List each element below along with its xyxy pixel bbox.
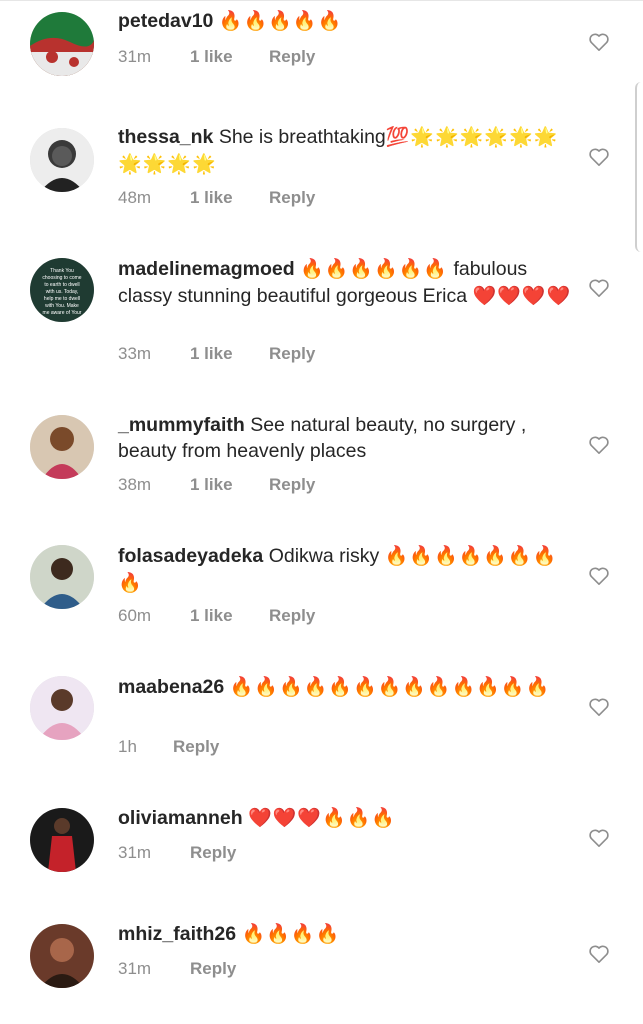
- comment-username[interactable]: madelinemagmoed: [118, 258, 295, 280]
- comment-meta: 60m 1 like Reply: [118, 606, 315, 626]
- comment-meta: 31m 1 like Reply: [118, 47, 315, 67]
- comment-time: 31m: [118, 959, 152, 978]
- reply-button[interactable]: Reply: [269, 188, 315, 208]
- like-heart-icon[interactable]: [588, 435, 610, 455]
- comment-meta: 31m Reply: [118, 959, 236, 979]
- avatar[interactable]: [30, 128, 94, 192]
- comment-meta: 48m 1 like Reply: [118, 188, 315, 208]
- reply-button[interactable]: Reply: [269, 344, 315, 364]
- svg-text:choosing to come: choosing to come: [42, 275, 81, 281]
- reply-button[interactable]: Reply: [269, 475, 315, 495]
- avatar[interactable]: [30, 924, 94, 988]
- comment-likes[interactable]: 1 like: [190, 344, 269, 364]
- comment-body: thessa_nk She is breathtaking💯🌟🌟🌟🌟🌟🌟🌟🌟🌟🌟: [118, 124, 578, 178]
- comment-emoji: 🔥🔥🔥🔥🔥: [218, 11, 343, 32]
- avatar[interactable]: Thank You choosing to come to earth to dwe…: [30, 258, 94, 322]
- reply-button[interactable]: Reply: [269, 606, 315, 626]
- like-heart-icon[interactable]: [588, 944, 610, 964]
- comment-emoji: ❤️❤️❤️❤️: [472, 286, 572, 307]
- like-heart-icon[interactable]: [588, 147, 610, 167]
- comment-text: Odikwa risky: [268, 545, 380, 567]
- comment-body: petedav10 🔥🔥🔥🔥🔥: [118, 8, 578, 35]
- comment-body: mhiz_faith26 🔥🔥🔥🔥: [118, 921, 578, 948]
- comment-meta: 1h Reply: [118, 737, 219, 757]
- comment-body: _mummyfaith See natural beauty, no surge…: [118, 412, 578, 464]
- comment-username[interactable]: oliviamanneh: [118, 807, 243, 829]
- svg-text:me aware of Your: me aware of Your: [43, 310, 82, 316]
- comment-username[interactable]: mhiz_faith26: [118, 923, 236, 945]
- comment-likes[interactable]: 1 like: [190, 188, 269, 208]
- comment-time: 38m: [118, 475, 152, 494]
- comment-time: 33m: [118, 344, 152, 363]
- avatar[interactable]: [30, 676, 94, 740]
- comment-text: She is breathtaking: [218, 126, 386, 148]
- reply-button[interactable]: Reply: [190, 959, 236, 979]
- like-heart-icon[interactable]: [588, 278, 610, 298]
- comment-likes[interactable]: 1 like: [190, 606, 269, 626]
- comment-time: 31m: [118, 843, 152, 862]
- comment-meta: 38m 1 like Reply: [118, 475, 315, 495]
- comment-likes[interactable]: 1 like: [190, 47, 269, 67]
- like-heart-icon[interactable]: [588, 32, 610, 52]
- svg-text:help me to dwell: help me to dwell: [44, 296, 80, 302]
- comment-emoji: 🔥🔥🔥🔥🔥🔥: [300, 259, 449, 280]
- comment-username[interactable]: thessa_nk: [118, 126, 213, 148]
- reply-button[interactable]: Reply: [173, 737, 219, 757]
- comment-username[interactable]: folasadeyadeka: [118, 545, 263, 567]
- comment-body: maabena26 🔥🔥🔥🔥🔥🔥🔥🔥🔥🔥🔥🔥🔥: [118, 674, 578, 701]
- reply-button[interactable]: Reply: [190, 843, 236, 863]
- comment-meta: 33m 1 like Reply: [118, 344, 315, 364]
- svg-text:with You. Make: with You. Make: [45, 303, 79, 309]
- svg-text:Thank You: Thank You: [50, 268, 74, 274]
- avatar[interactable]: [30, 808, 94, 872]
- comment-likes[interactable]: 1 like: [190, 475, 269, 495]
- svg-text:to earth to dwell: to earth to dwell: [44, 282, 79, 288]
- like-heart-icon[interactable]: [588, 566, 610, 586]
- avatar[interactable]: [30, 415, 94, 479]
- comment-username[interactable]: maabena26: [118, 676, 224, 698]
- avatar[interactable]: [30, 12, 94, 76]
- comment-username[interactable]: _mummyfaith: [118, 414, 245, 436]
- comment-body: folasadeyadeka Odikwa risky 🔥🔥🔥🔥🔥🔥🔥🔥: [118, 543, 578, 597]
- comment-body: oliviamanneh ❤️❤️❤️🔥🔥🔥: [118, 805, 578, 832]
- comment-meta: 31m Reply: [118, 843, 236, 863]
- like-heart-icon[interactable]: [588, 828, 610, 848]
- comment-time: 1h: [118, 737, 137, 756]
- reply-button[interactable]: Reply: [269, 47, 315, 67]
- comment-time: 48m: [118, 188, 152, 207]
- comment-time: 31m: [118, 47, 152, 66]
- comment-emoji: ❤️❤️❤️🔥🔥🔥: [248, 808, 396, 829]
- comment-username[interactable]: petedav10: [118, 10, 213, 32]
- svg-text:with us. Today,: with us. Today,: [46, 289, 79, 295]
- like-heart-icon[interactable]: [588, 697, 610, 717]
- comment-body: madelinemagmoed 🔥🔥🔥🔥🔥🔥 fabulous classy s…: [118, 256, 578, 310]
- comment-emoji: 🔥🔥🔥🔥🔥🔥🔥🔥🔥🔥🔥🔥🔥: [229, 677, 551, 698]
- comment-emoji: 🔥🔥🔥🔥: [241, 924, 341, 945]
- scroll-indicator[interactable]: [635, 82, 643, 252]
- avatar[interactable]: [30, 545, 94, 609]
- top-divider: [0, 0, 643, 1]
- comment-time: 60m: [118, 606, 152, 625]
